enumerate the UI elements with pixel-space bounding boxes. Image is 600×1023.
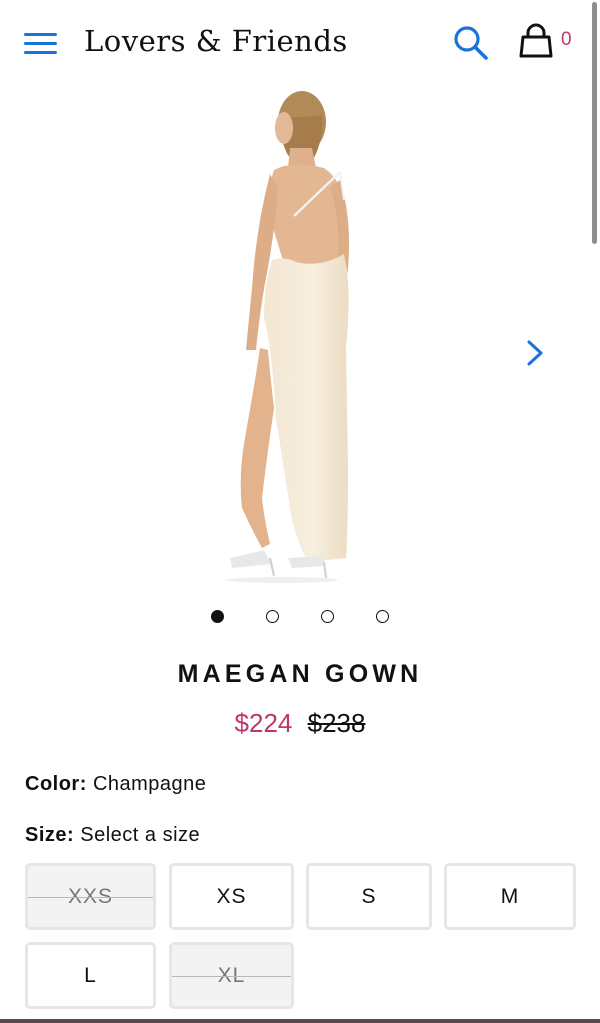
- bottom-bar: [0, 1019, 600, 1023]
- gallery-dot-2[interactable]: [266, 610, 279, 623]
- site-logo[interactable]: Lovers & Friends: [84, 24, 348, 58]
- hamburger-menu-icon[interactable]: [24, 31, 58, 57]
- color-selection: Color: Champagne: [25, 773, 206, 796]
- size-option-xs[interactable]: XS: [169, 863, 294, 930]
- gallery-dot-3[interactable]: [321, 610, 334, 623]
- size-label: Size:: [25, 824, 75, 846]
- search-icon[interactable]: [452, 24, 490, 62]
- sale-price: $224: [234, 708, 293, 738]
- size-option-m[interactable]: M: [444, 863, 576, 930]
- size-option-xl[interactable]: XL: [169, 942, 294, 1009]
- color-label: Color:: [25, 773, 87, 795]
- product-gallery[interactable]: [0, 88, 600, 588]
- shopping-bag-icon[interactable]: [516, 22, 556, 62]
- gallery-dot-1[interactable]: [211, 610, 224, 623]
- original-price: $238: [307, 708, 366, 738]
- color-value: Champagne: [92, 773, 207, 795]
- chevron-right-icon[interactable]: [520, 338, 550, 368]
- site-header: Lovers & Friends 0: [0, 0, 600, 88]
- product-title: MAEGAN GOWN: [177, 660, 423, 688]
- product-image[interactable]: [212, 88, 380, 584]
- size-option-s[interactable]: S: [306, 863, 432, 930]
- gallery-dot-4[interactable]: [376, 610, 389, 623]
- size-placeholder: Select a size: [80, 824, 201, 846]
- cart-count-badge[interactable]: 0: [561, 29, 572, 51]
- gallery-pagination: [0, 608, 600, 626]
- price-block: $224 $238: [0, 708, 600, 739]
- size-option-xxs[interactable]: XXS: [25, 863, 156, 930]
- size-selection: Size: Select a size: [25, 824, 200, 847]
- size-option-l[interactable]: L: [25, 942, 156, 1009]
